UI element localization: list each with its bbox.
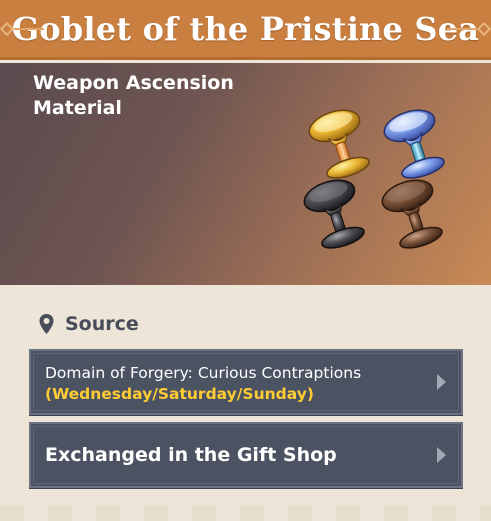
goblet-item-image (303, 109, 445, 249)
map-pin-icon (39, 314, 54, 334)
chevron-right-icon (437, 374, 446, 390)
source-entry-domain-button[interactable]: Domain of Forgery: Curious Contraptions … (29, 349, 463, 415)
source-heading: Source (65, 313, 139, 335)
title-ornament-left (0, 21, 44, 36)
source-entry-label: Exchanged in the Gift Shop (45, 444, 337, 466)
source-entry-gift-shop-button[interactable]: Exchanged in the Gift Shop (29, 422, 463, 488)
source-header: Source (38, 313, 139, 335)
source-section: Source Domain of Forgery: Curious Contra… (0, 285, 491, 521)
source-entry-label: Domain of Forgery: Curious Contraptions (45, 364, 362, 382)
item-hero-panel: Weapon Ascension Material (0, 63, 491, 285)
chevron-right-icon (437, 447, 446, 463)
item-type-label: Weapon Ascension Material (33, 72, 234, 119)
item-name: Goblet of the Pristine Sea (11, 9, 480, 48)
source-entry-schedule: (Wednesday/Saturday/Sunday) (45, 385, 314, 403)
item-title-bar: Goblet of the Pristine Sea (0, 0, 491, 60)
title-ornament-right (447, 21, 491, 36)
decorative-pattern-band (0, 505, 491, 521)
